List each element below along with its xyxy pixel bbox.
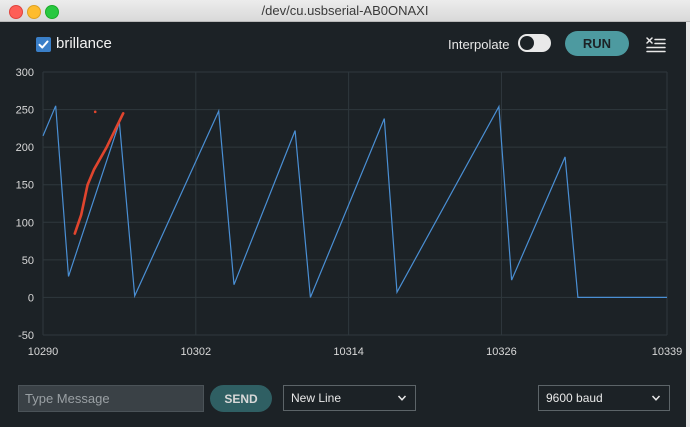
line-ending-select[interactable]: New Line — [283, 385, 416, 411]
checkbox-checked-icon — [38, 40, 49, 49]
clear-list-icon[interactable] — [646, 36, 666, 54]
baud-rate-select[interactable]: 9600 baud — [538, 385, 670, 411]
x-tick-label: 10314 — [333, 346, 364, 358]
chevron-down-icon — [397, 395, 407, 401]
baud-rate-value: 9600 baud — [546, 391, 603, 405]
series-checkbox-label: brillance — [56, 35, 112, 52]
series-checkbox[interactable] — [36, 37, 51, 52]
y-tick-label: 250 — [16, 105, 34, 117]
window-title: /dev/cu.usbserial-AB0ONAXI — [261, 3, 429, 18]
line-ending-value: New Line — [291, 391, 342, 405]
toggle-knob — [520, 36, 534, 50]
y-tick-label: 150 — [16, 180, 34, 192]
y-tick-label: -50 — [18, 330, 34, 342]
interpolate-toggle[interactable] — [518, 34, 551, 52]
send-button[interactable]: SEND — [210, 385, 272, 412]
y-tick-label: 50 — [22, 255, 34, 267]
x-tick-label: 10339 — [652, 346, 683, 358]
x-tick-label: 10326 — [486, 346, 517, 358]
x-tick-label: 10302 — [181, 346, 212, 358]
serial-plot-chart: 300 250 200 150 100 50 0 -50 10290 10302 10314 1032… — [16, 67, 683, 358]
annotation-dot — [93, 110, 97, 114]
interpolate-label: Interpolate — [448, 37, 510, 52]
y-tick-label: 0 — [28, 292, 34, 304]
y-tick-label: 200 — [16, 142, 34, 154]
window-titlebar: /dev/cu.usbserial-AB0ONAXI — [0, 0, 690, 22]
series-line — [42, 104, 667, 299]
run-button[interactable]: RUN — [565, 31, 629, 56]
y-tick-label: 100 — [16, 217, 34, 229]
x-tick-label: 10290 — [28, 346, 59, 358]
chevron-down-icon — [651, 395, 661, 401]
message-input[interactable] — [18, 385, 204, 412]
y-tick-label: 300 — [16, 67, 34, 79]
